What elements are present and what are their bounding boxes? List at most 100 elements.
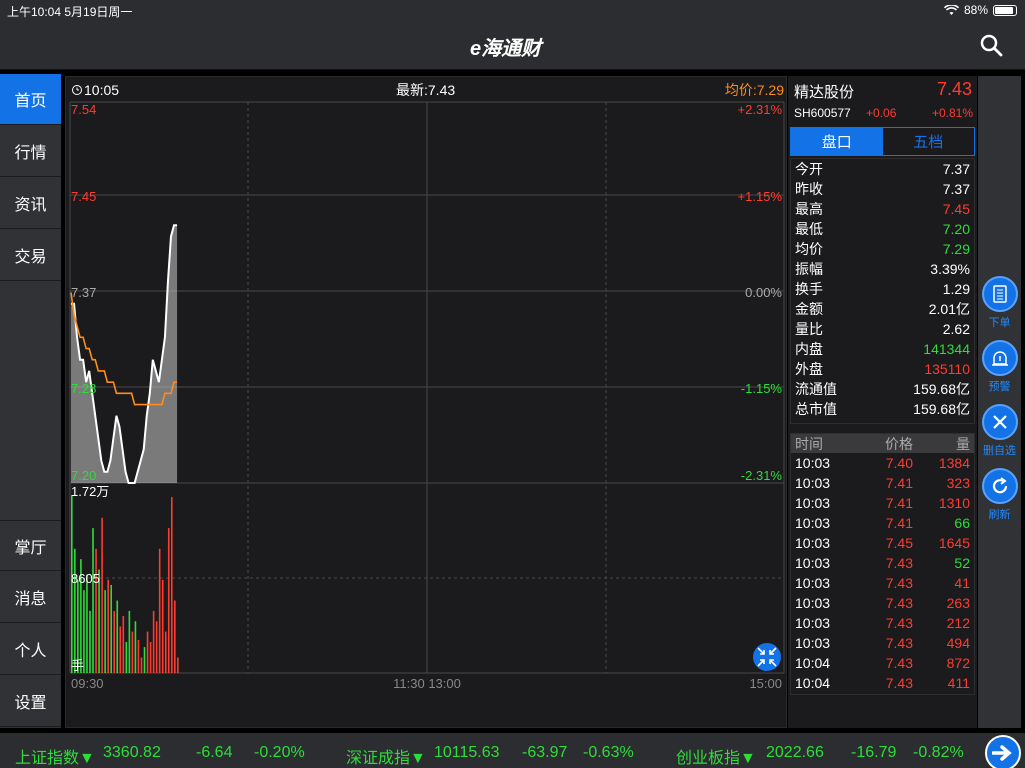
- trade-time: 10:03: [795, 615, 831, 631]
- stock-info-panel: 精达股份 7.43 SH600577 +0.06 +0.81% 盘口 五档 今开…: [788, 76, 977, 728]
- stock-name: 精达股份: [794, 84, 855, 101]
- action-column: 下单 预警 删自选 刷新: [978, 76, 1021, 728]
- volume-bar: [134, 621, 137, 673]
- stock-change-percent: +0.81%: [931, 106, 973, 120]
- volume-bar: [74, 548, 76, 673]
- trade-price: 7.40: [885, 455, 913, 471]
- trade-volume: 52: [954, 555, 970, 571]
- price-area: [71, 225, 178, 483]
- trade-price: 7.43: [885, 575, 913, 591]
- expand-chart-button[interactable]: [753, 643, 781, 671]
- trade-row: 10:03 7.43 494: [791, 633, 974, 653]
- sidebar-item-label: 资讯: [14, 197, 47, 214]
- app-logo: e海通财: [470, 38, 542, 60]
- ticker-name: 上证指数▼: [15, 750, 95, 767]
- app-header: e海通财: [0, 20, 1025, 70]
- search-button[interactable]: [979, 33, 1003, 57]
- trade-volume: 411: [947, 675, 970, 691]
- quote-row: 量比 2.62: [791, 319, 974, 339]
- pct-tick-label: -2.31%: [741, 468, 783, 483]
- intraday-chart[interactable]: 10:05 最新:7.43 均价:7.29 7.54 7.45 7.37 7.2…: [66, 77, 788, 729]
- trade-price: 7.41: [885, 475, 913, 491]
- sidebar-item-label: 设置: [14, 695, 47, 712]
- sidebar-item-label: 交易: [14, 249, 47, 266]
- remove-watchlist-label: 删自选: [983, 445, 1016, 457]
- status-right: 88%: [943, 3, 1017, 17]
- volume-bar: [95, 548, 97, 673]
- alert-button[interactable]: 预警: [978, 340, 1021, 394]
- sidebar-item-market[interactable]: 行情: [0, 126, 61, 177]
- alert-label: 预警: [988, 381, 1011, 393]
- volume-mid-label: 8605: [71, 571, 100, 586]
- sidebar-item-home[interactable]: 首页: [0, 74, 61, 125]
- ticker-percent: -0.20%: [254, 744, 305, 761]
- trade-row: 10:03 7.43 52: [791, 553, 974, 573]
- quote-value: 2.62: [942, 321, 970, 337]
- stock-price: 7.43: [936, 79, 972, 99]
- sidebar-item-hall[interactable]: 掌厅: [0, 520, 61, 571]
- volume-bar: [146, 631, 149, 673]
- pct-tick-label: 0.00%: [745, 285, 782, 300]
- quote-value: 7.37: [942, 161, 970, 177]
- sidebar-item-news[interactable]: 资讯: [0, 178, 61, 229]
- quote-label: 外盘: [795, 361, 823, 377]
- trade-row: 10:03 7.43 212: [791, 613, 974, 633]
- trade-time: 10:03: [795, 555, 831, 571]
- refresh-button[interactable]: 刷新: [978, 468, 1021, 522]
- remove-watchlist-button[interactable]: 删自选: [978, 404, 1021, 458]
- order-button[interactable]: 下单: [978, 276, 1021, 330]
- sidebar-item-personal[interactable]: 个人: [0, 624, 61, 675]
- volume-bar: [143, 647, 146, 673]
- chart-panel[interactable]: 10:05 最新:7.43 均价:7.29 7.54 7.45 7.37 7.2…: [65, 76, 787, 728]
- stock-code: SH600577: [794, 106, 851, 120]
- trade-volume: 263: [946, 595, 970, 611]
- ticker-value: 2022.66: [766, 744, 824, 761]
- sidebar-item-label: 行情: [14, 145, 47, 162]
- tab-panel[interactable]: 盘口: [791, 128, 883, 155]
- ticker-percent: -0.63%: [583, 744, 634, 761]
- trade-time: 10:04: [795, 675, 831, 691]
- volume-bar: [149, 641, 152, 673]
- ticker-next-button[interactable]: [985, 735, 1021, 768]
- sidebar-item-label: 掌厅: [14, 539, 47, 557]
- sidebar-item-trade[interactable]: 交易: [0, 230, 61, 281]
- trade-price: 7.43: [885, 675, 913, 691]
- volume-bar: [167, 528, 170, 673]
- quote-row: 均价 7.29: [791, 239, 974, 259]
- tab-five-levels[interactable]: 五档: [883, 128, 975, 155]
- status-bar: 上午10:04 5月19日周一 88%: [0, 0, 1025, 20]
- ticker-value: 3360.82: [103, 744, 161, 761]
- index-ticker[interactable]: 上证指数▼ 3360.82 -6.64 -0.20% 深证成指▼ 10115.6…: [0, 733, 1025, 768]
- trade-price: 7.43: [885, 555, 913, 571]
- status-time: 上午10:04 5月19日周一: [7, 5, 133, 19]
- ticker-name: 深证成指▼: [346, 750, 426, 767]
- trades-header-time: 时间: [795, 435, 823, 452]
- volume-bar: [89, 610, 91, 673]
- chart-time: 10:05: [84, 82, 119, 98]
- ticker-change: -6.64: [196, 744, 233, 761]
- trade-row: 10:03 7.41 66: [791, 513, 974, 533]
- trade-row: 10:03 7.45 1645: [791, 533, 974, 553]
- volume-bar: [107, 579, 109, 673]
- trade-volume: 212: [946, 615, 970, 631]
- trade-time: 10:03: [795, 455, 831, 471]
- trades-header: 时间 价格 量: [791, 434, 974, 453]
- quote-value: 7.29: [942, 241, 970, 257]
- trades-table[interactable]: 时间 价格 量 10:03 7.40 1384 10:03 7.41 323 10:03 7.…: [790, 433, 975, 695]
- quote-value: 159.68亿: [913, 381, 970, 397]
- trade-rows: 10:03 7.40 1384 10:03 7.41 323 10:03 7.41 1310 10…: [791, 453, 974, 693]
- volume-bar: [140, 657, 143, 673]
- volume-bar: [113, 610, 116, 673]
- quote-row: 内盘 141344: [791, 339, 974, 359]
- alarm-icon: [981, 340, 1018, 376]
- x-tick-label: 11:30 13:00: [393, 676, 461, 691]
- price-area-fill: [71, 225, 178, 483]
- ticker-change: -16.79: [851, 744, 897, 761]
- trade-time: 10:03: [795, 635, 831, 651]
- ticker-value: 10115.63: [434, 744, 500, 761]
- volume-unit-label: 手: [71, 658, 84, 673]
- trade-row: 10:03 7.43 263: [791, 593, 974, 613]
- volume-bar: [155, 621, 158, 673]
- sidebar-item-messages[interactable]: 消息: [0, 572, 61, 623]
- sidebar-item-settings[interactable]: 设置: [0, 676, 61, 727]
